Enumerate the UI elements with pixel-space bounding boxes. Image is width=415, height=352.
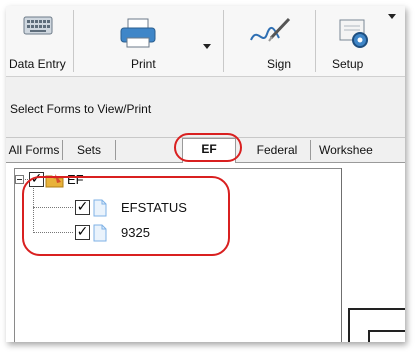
preview-form-border bbox=[368, 330, 370, 342]
tab-federal[interactable]: Federal bbox=[244, 140, 311, 160]
preview-form-border bbox=[348, 308, 405, 310]
signature-pen-icon bbox=[250, 17, 291, 42]
toolbar: Data Entry Print Sign Setup bbox=[6, 6, 405, 77]
print-label: Print bbox=[131, 57, 156, 71]
setup-label: Setup bbox=[332, 57, 364, 71]
print-dropdown-icon[interactable] bbox=[203, 44, 211, 49]
toolbar-separator bbox=[315, 10, 316, 72]
toolbar-separator bbox=[73, 10, 74, 72]
printer-icon bbox=[120, 18, 156, 48]
select-forms-bar: Select Forms to View/Print bbox=[6, 77, 405, 138]
data-entry-button[interactable]: Data Entry bbox=[6, 6, 72, 76]
setup-dropdown-icon[interactable] bbox=[388, 14, 396, 19]
data-entry-label: Data Entry bbox=[9, 57, 66, 71]
app-window: Data Entry Print Sign Setup Select Forms… bbox=[6, 6, 405, 342]
tree-collapse-toggle[interactable] bbox=[15, 175, 24, 184]
form-preview-panel bbox=[341, 168, 405, 342]
tab-sets[interactable]: Sets bbox=[63, 140, 116, 160]
tab-worksheets[interactable]: Workshee bbox=[319, 140, 405, 160]
tab-all-forms[interactable]: All Forms bbox=[6, 140, 63, 160]
setup-gear-icon bbox=[339, 19, 368, 48]
ef-tab-highlight bbox=[174, 133, 242, 162]
keyboard-icon bbox=[23, 16, 53, 35]
sign-button[interactable]: Sign bbox=[231, 6, 309, 76]
select-forms-label: Select Forms to View/Print bbox=[10, 102, 152, 116]
preview-form-border bbox=[368, 330, 405, 332]
tree-selection-highlight bbox=[22, 176, 230, 256]
sign-label: Sign bbox=[267, 57, 292, 71]
print-button[interactable]: Print bbox=[106, 6, 166, 76]
preview-form-border bbox=[348, 308, 350, 342]
setup-button[interactable]: Setup bbox=[326, 6, 396, 76]
toolbar-separator bbox=[223, 10, 224, 72]
